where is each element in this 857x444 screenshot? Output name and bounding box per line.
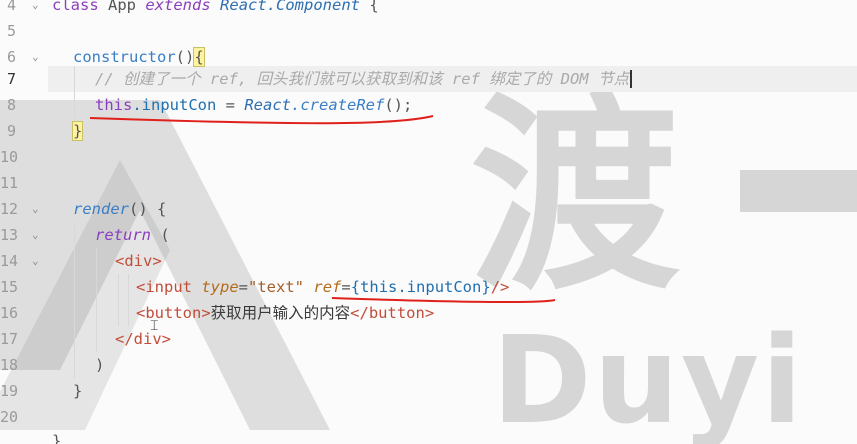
watermark-english: Duyi	[492, 312, 805, 444]
keyword: return	[95, 226, 151, 244]
brace: {	[369, 0, 379, 14]
code-editor[interactable]: 渡 Duyi 4 5 6 7 8 9 10 11 12 13 14 15 16 …	[0, 0, 857, 444]
keyword: class	[52, 0, 99, 14]
fold-chevron-icon[interactable]: ⌄	[32, 0, 42, 18]
jsx-tag: <div>	[115, 252, 162, 270]
brace-match: {	[193, 47, 205, 67]
jsx-attr: type	[201, 278, 239, 296]
line-number: 10	[0, 148, 19, 166]
text-cursor	[629, 70, 632, 88]
line-number-gutter: 4 5 6 7 8 9 10 11 12 13 14 15 16 17 18 1…	[0, 0, 30, 444]
line-number: 5	[6, 22, 16, 40]
comment: 创建了一个	[123, 70, 201, 88]
code-line-19[interactable]: }	[73, 378, 82, 404]
line-number: 14	[0, 252, 19, 270]
watermark-bar	[740, 170, 857, 212]
fold-chevron-icon[interactable]: ⌄	[32, 44, 42, 70]
indent-guide	[74, 66, 75, 118]
brace: }	[52, 432, 62, 444]
comment: ref,	[209, 70, 248, 88]
fold-chevron-icon[interactable]: ⌄	[32, 248, 42, 274]
line-number: 18	[0, 356, 19, 374]
paren: ()	[175, 48, 195, 66]
paren: ()	[129, 200, 148, 218]
paren: )	[95, 356, 105, 374]
line-number: 11	[0, 174, 19, 192]
line-number: 20	[0, 408, 19, 426]
brace: {	[147, 200, 167, 218]
code-line-17[interactable]: </div>	[115, 326, 171, 352]
line-number: 8	[6, 96, 16, 114]
line-number: 4	[6, 0, 16, 14]
line-number: 17	[0, 330, 19, 348]
jsx-tag: </div>	[115, 330, 171, 348]
fold-chevron-icon[interactable]: ⌄	[32, 196, 42, 222]
comment: 回头我们就可以获取到和该	[256, 70, 443, 88]
fold-chevron-icon[interactable]: ⌄	[32, 222, 42, 248]
jsx-text: 获取用户输入的内容	[210, 304, 351, 322]
method-name: constructor	[73, 48, 176, 66]
indent-guide	[74, 222, 75, 378]
method-name: render	[73, 200, 129, 218]
indent-guide	[96, 248, 97, 352]
code-line-14[interactable]: <div>	[115, 248, 162, 274]
comment: 节点	[597, 70, 629, 88]
jsx-tag: <button>	[136, 304, 211, 322]
string: "text"	[248, 278, 305, 296]
code-line-12[interactable]: render() {	[73, 196, 166, 222]
code-line-18[interactable]: )	[95, 352, 104, 378]
operator: =	[238, 278, 249, 296]
red-underline-annotation	[89, 115, 434, 125]
code-line-4[interactable]: class App extends React.Component {	[52, 0, 379, 18]
base-class: React.Component	[220, 0, 361, 14]
line-number: 9	[6, 122, 16, 140]
paren: (	[151, 226, 170, 244]
line-number: 15	[0, 278, 19, 296]
line-number: 19	[0, 382, 19, 400]
indent-guide	[118, 274, 119, 326]
line-number: 12	[0, 200, 19, 218]
comment: ref	[451, 70, 480, 88]
indent-guide	[128, 274, 129, 326]
code-line-21[interactable]: }	[52, 428, 61, 444]
jsx-tag: <input	[136, 278, 192, 296]
code-line-9[interactable]: }	[71, 118, 84, 144]
code-line-7[interactable]: // 创建了一个 ref, 回头我们就可以获取到和该 ref 绑定了的 DOM …	[95, 66, 632, 92]
code-line-13[interactable]: return (	[95, 222, 170, 248]
jsx-tag: </button>	[350, 304, 435, 322]
line-number: 7	[6, 70, 16, 88]
class-name: App	[108, 0, 137, 14]
comment: //	[95, 70, 114, 88]
code-line-16[interactable]: <button>获取用户输入的内容</button>	[136, 300, 434, 326]
brace-match: }	[71, 121, 84, 141]
watermark-chinese: 渡	[470, 74, 683, 319]
keyword: extends	[145, 0, 211, 14]
comment: DOM	[560, 70, 589, 88]
line-number: 13	[0, 226, 19, 244]
comment: 绑定了的	[489, 70, 552, 88]
brace: }	[73, 382, 83, 400]
line-number: 16	[0, 304, 19, 322]
